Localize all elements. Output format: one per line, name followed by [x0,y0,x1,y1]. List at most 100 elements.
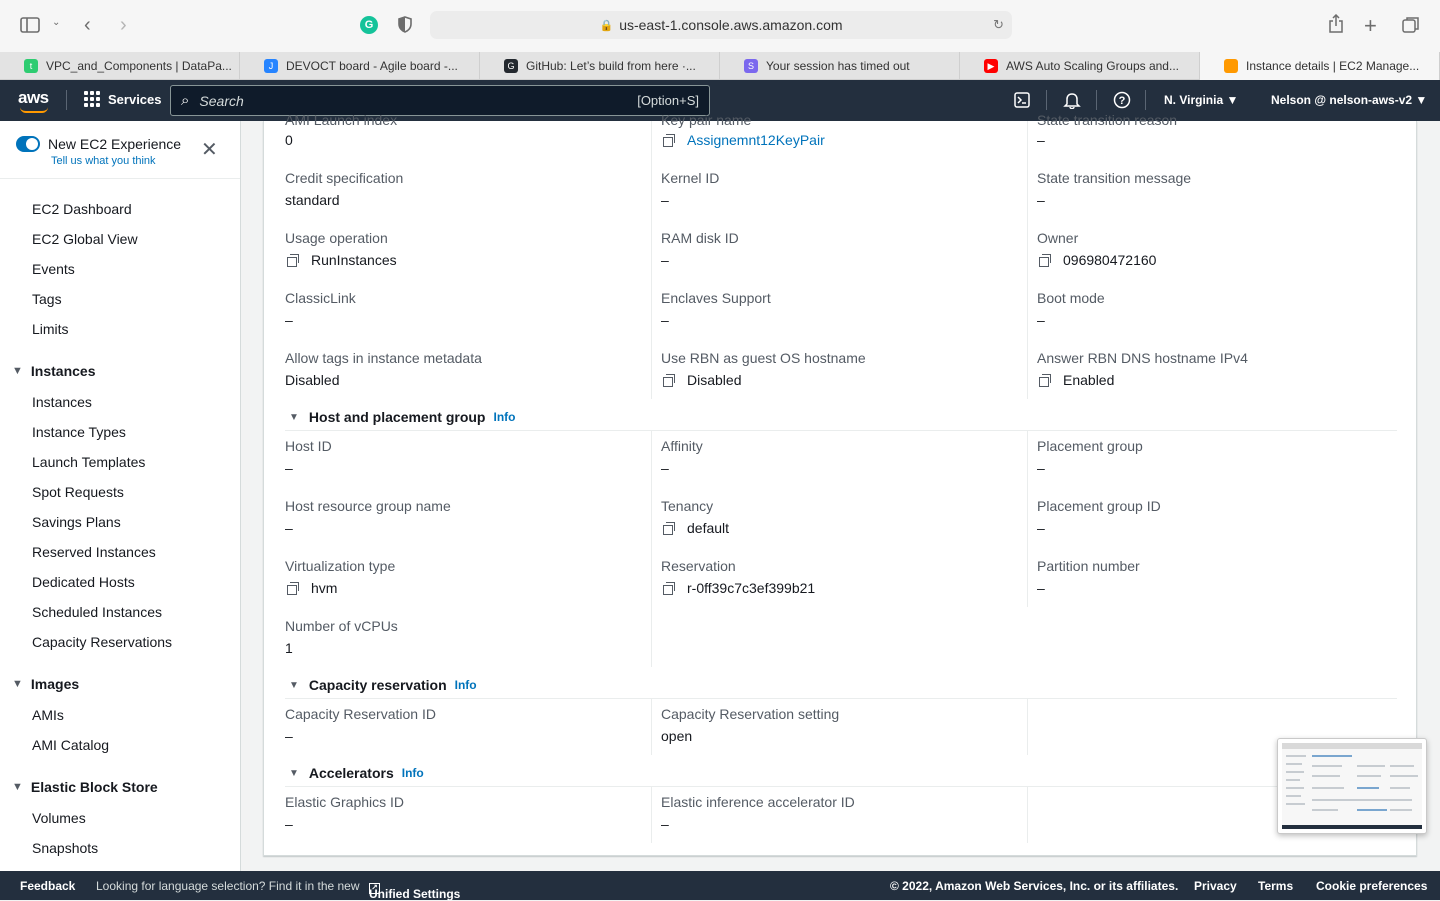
account-menu[interactable]: Nelson @ nelson-aws-v2 ▼ [1271,93,1427,107]
instance-details-panel: AMI Launch index Key pair name State tra… [263,112,1417,856]
accelerators-header[interactable]: ▼ Accelerators Info [289,765,424,781]
sidebar-item[interactable]: Savings Plans [32,514,121,530]
new-tab-plus-icon[interactable]: + [1364,13,1377,39]
cookie-preferences-link[interactable]: Cookie preferences [1316,879,1427,893]
browser-tab[interactable]: Instance details | EC2 Manage... [1200,52,1440,80]
address-bar[interactable]: 🔒 us-east-1.console.aws.amazon.com ↻ [430,11,1012,39]
browser-tab[interactable]: G GitHub: Let’s build from here ·... [480,52,720,80]
sidebar-item[interactable]: Launch Templates [32,454,145,470]
unified-settings-label: Unified Settings [369,887,461,901]
tab-overview-icon[interactable] [1402,16,1420,34]
sidebar-item[interactable]: AMI Catalog [32,737,109,753]
browser-tab[interactable]: ▶ AWS Auto Scaling Groups and... [960,52,1200,80]
capacity-reservation-info-link[interactable]: Info [455,678,477,692]
copy-icon[interactable] [663,374,675,387]
sidebar-item[interactable]: Events [32,261,75,277]
field-value: 1 [285,640,293,656]
field-value: – [1037,312,1045,328]
privacy-link[interactable]: Privacy [1194,879,1237,893]
sidebar-item[interactable]: Scheduled Instances [32,604,162,620]
region-selector[interactable]: N. Virginia ▼ [1164,93,1238,107]
field-value-text: – [285,520,293,536]
browser-tab[interactable]: J DEVOCT board - Agile board -... [240,52,480,80]
new-experience-toggle[interactable] [16,136,40,152]
field-value: – [285,520,293,536]
sidebar-item[interactable]: Reserved Instances [32,544,156,560]
sidebar-item[interactable]: AMIs [32,707,64,723]
nav-divider [1145,90,1146,110]
column-divider [651,699,652,755]
sidebar-item[interactable]: Instances [32,394,92,410]
copy-icon[interactable] [663,134,675,147]
notifications-bell-icon[interactable] [1063,91,1081,114]
field-label: Owner [1037,230,1079,246]
feedback-link[interactable]: Tell us what you think [51,155,156,167]
help-icon[interactable]: ? [1113,91,1131,114]
sidebar-item[interactable]: Dedicated Hosts [32,574,135,590]
launch-index-value: 0 [285,132,293,148]
sidebar-section-header[interactable]: ▼ Images [12,676,79,692]
tab-favicon-icon: t [24,59,38,73]
search-icon: ⌕ [181,92,190,109]
sidebar-item[interactable]: Limits [32,321,69,337]
sidebar-item[interactable]: Volumes [32,810,86,826]
unified-settings-link[interactable]: Unified Settings ↗ [369,879,460,901]
key-pair-link[interactable]: Assignemnt12KeyPair [687,132,825,148]
nav-divider [1096,90,1097,110]
sidebar-section-header[interactable]: ▼ Instances [12,363,95,379]
close-icon[interactable]: ✕ [201,140,218,160]
sidebar-item[interactable]: Instance Types [32,424,126,440]
privacy-shield-icon[interactable] [398,16,412,33]
copy-icon[interactable] [287,254,299,267]
copy-icon[interactable] [1039,254,1051,267]
field-value: – [285,460,293,476]
browser-tab[interactable]: t VPC_and_Components | DataPa... [0,52,240,80]
tab-title: AWS Auto Scaling Groups and... [1006,59,1179,73]
copy-icon[interactable] [663,582,675,595]
host-placement-info-link[interactable]: Info [493,410,515,424]
aws-logo[interactable]: aws [18,88,49,113]
browser-tab[interactable]: S Your session has timed out [720,52,960,80]
search-bar[interactable]: ⌕ [Option+S] [170,85,710,116]
field-value-text: – [1037,312,1045,328]
key-pair-value[interactable]: Assignemnt12KeyPair [661,132,825,148]
field-label: RAM disk ID [661,230,739,246]
grammarly-extension-icon[interactable]: G [360,16,378,34]
sidebar-item[interactable]: Snapshots [32,840,98,856]
sidebar-item[interactable]: Tags [32,291,62,307]
sidebar-item[interactable]: EC2 Dashboard [32,201,132,217]
field-label: Capacity Reservation ID [285,706,436,722]
search-input[interactable] [199,92,638,109]
chevron-down-icon[interactable]: ⌄ [52,17,60,28]
sidebar-item[interactable]: EC2 Global View [32,231,138,247]
copy-icon[interactable] [287,582,299,595]
field-value: – [661,312,669,328]
sidebar-toggle-icon[interactable] [20,16,40,34]
aws-smile-icon [20,107,48,113]
search-shortcut-hint: [Option+S] [637,93,699,108]
sidebar-item[interactable]: Capacity Reservations [32,634,172,650]
host-placement-group-header[interactable]: ▼ Host and placement group Info [289,409,515,425]
copy-icon[interactable] [663,522,675,535]
sidebar-section-header[interactable]: ▼ Elastic Block Store [12,779,158,795]
field-value-text: 1 [285,640,293,656]
capacity-reservation-header[interactable]: ▼ Capacity reservation Info [289,677,477,693]
section-divider [285,430,1397,431]
back-arrow-icon[interactable]: ‹ [84,14,91,37]
screenshot-preview-thumbnail[interactable] [1277,738,1427,834]
sidebar-item[interactable]: Spot Requests [32,484,124,500]
copy-icon[interactable] [1039,374,1051,387]
accelerators-info-link[interactable]: Info [402,766,424,780]
terms-link[interactable]: Terms [1258,879,1293,893]
field-label: Elastic inference accelerator ID [661,794,855,810]
caret-down-icon: ▼ [289,767,299,779]
field-label: Reservation [661,558,736,574]
share-icon[interactable] [1328,14,1344,34]
field-value-text: – [285,728,293,744]
reload-icon[interactable]: ↻ [993,17,1004,33]
feedback-button[interactable]: Feedback [20,879,75,893]
tab-title: Your session has timed out [766,59,910,73]
forward-arrow-icon[interactable]: › [120,14,127,37]
cloudshell-icon[interactable] [1014,92,1030,113]
services-button[interactable]: Services [84,91,162,107]
